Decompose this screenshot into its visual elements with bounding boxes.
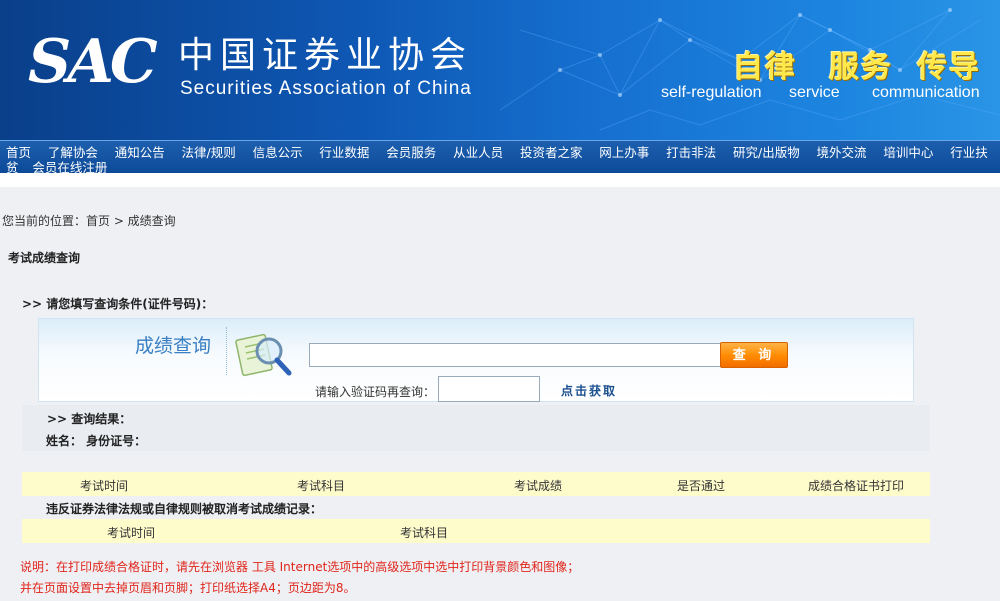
slogan-communication: 传导 <box>917 50 981 85</box>
slogan-en-self-regulation: self-regulation <box>661 84 762 101</box>
nav-item-overseas[interactable]: 境外交流 <box>817 145 867 160</box>
org-name-en: Securities Association of China <box>180 78 472 99</box>
nav-item-notices[interactable]: 通知公告 <box>115 145 165 160</box>
nav-item-laws[interactable]: 法律/规则 <box>182 145 236 160</box>
slogan-self-regulation: 自律 <box>733 50 797 85</box>
query-panel-title: 成绩查询 <box>135 335 212 357</box>
nav-item-poverty-alleviation[interactable]: 行业扶 <box>950 145 988 160</box>
magnifier-icon <box>235 333 292 377</box>
column-violation-exam-time: 考试时间 <box>107 526 156 540</box>
nav-item-disclosure[interactable]: 信息公示 <box>253 145 303 160</box>
nav-item-training[interactable]: 培训中心 <box>883 145 933 160</box>
sac-logo[interactable]: SAC <box>28 30 158 94</box>
header-separator <box>0 173 1000 187</box>
nav-item-practitioners[interactable]: 从业人员 <box>453 145 503 160</box>
results-fields: 姓名： 身份证号： <box>46 434 147 448</box>
captcha-input[interactable] <box>438 376 540 402</box>
violation-records-title: 违反证券法律法规或自律规则被取消考试成绩记录： <box>46 502 323 516</box>
column-violation-exam-subject: 考试科目 <box>400 526 449 540</box>
header-banner: SAC 中国证券业协会 Securities Association of Ch… <box>0 0 1000 140</box>
page-title: 考试成绩查询 <box>8 251 81 265</box>
id-number-input[interactable] <box>309 343 721 367</box>
column-exam-score: 考试成绩 <box>514 479 563 493</box>
divider <box>226 327 227 375</box>
get-captcha-link[interactable]: 点击获取 <box>561 382 617 399</box>
slogan-en-service: service <box>789 84 840 101</box>
print-note-1: 说明：在打印成绩合格证时，请先在浏览器 工具 Internet选项中的高级选项中… <box>20 560 580 574</box>
nav-row-2: 贫 会员在线注册 <box>6 157 117 175</box>
nav-item-research[interactable]: 研究/出版物 <box>733 145 800 160</box>
nav-row-1: 首页 了解协会 通知公告 法律/规则 信息公示 行业数据 会员服务 从业人员 投… <box>6 142 1000 160</box>
query-panel: 成绩查询 查 询 请输入验证码再查询： 点击获取 <box>38 318 914 402</box>
slogan-service: 服务 <box>829 50 893 85</box>
breadcrumb: 您当前的位置：首页 > 成绩查询 <box>2 214 176 228</box>
column-certificate-print: 成绩合格证书打印 <box>808 479 905 493</box>
query-prompt: >> 请您填写查询条件(证件号码)： <box>22 297 214 311</box>
main-nav: 首页 了解协会 通知公告 法律/规则 信息公示 行业数据 会员服务 从业人员 投… <box>0 140 1000 175</box>
nav-item-online-services[interactable]: 网上办事 <box>599 145 649 160</box>
captcha-label: 请输入验证码再查询： <box>315 385 436 399</box>
print-note-2: 并在页面设置中去掉页眉和页脚；打印纸选择A4；页边距为8。 <box>20 581 356 595</box>
column-exam-time: 考试时间 <box>80 479 129 493</box>
org-name-cn: 中国证券业协会 <box>178 35 473 76</box>
nav-item-anti-illegal[interactable]: 打击非法 <box>666 145 716 160</box>
results-title: >> 查询结果： <box>47 412 132 426</box>
search-button[interactable]: 查 询 <box>720 342 788 368</box>
nav-item-industry-data[interactable]: 行业数据 <box>319 145 369 160</box>
nav-item-investors[interactable]: 投资者之家 <box>520 145 583 160</box>
column-exam-subject: 考试科目 <box>297 479 346 493</box>
violation-table-header: 考试时间 考试科目 <box>22 519 930 543</box>
slogan-en-communication: communication <box>872 84 980 101</box>
query-results: >> 查询结果： 姓名： 身份证号： <box>22 405 930 451</box>
nav-item-member-services[interactable]: 会员服务 <box>386 145 436 160</box>
score-table-header: 考试时间 考试科目 考试成绩 是否通过 成绩合格证书打印 <box>22 472 930 496</box>
column-passed: 是否通过 <box>677 479 726 493</box>
